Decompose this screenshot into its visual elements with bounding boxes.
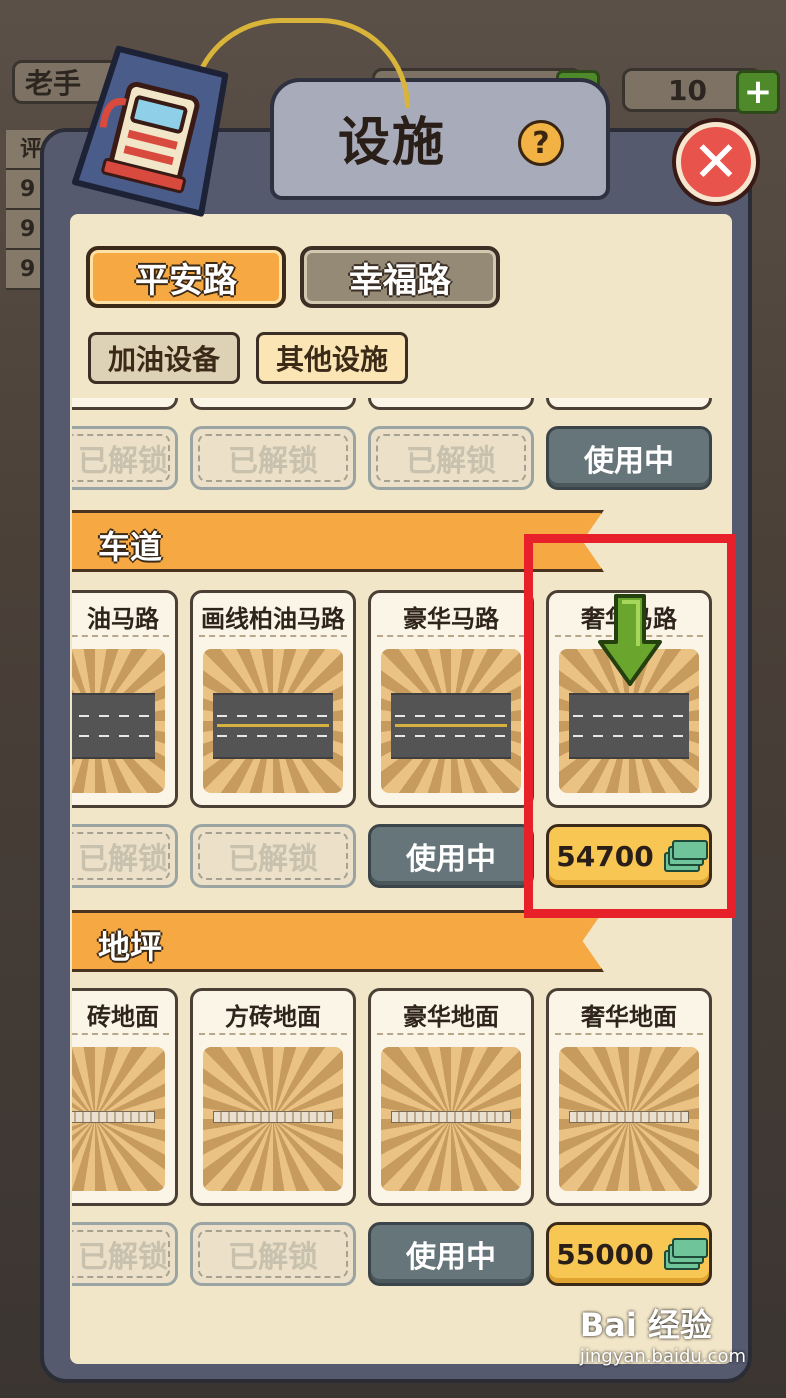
- facility-card[interactable]: 豪华马路: [368, 590, 534, 808]
- player-name: 老手: [25, 67, 82, 100]
- status-unlocked: 已解锁: [190, 426, 356, 490]
- status-label: 已解锁: [228, 1240, 318, 1275]
- floor-preview: [72, 1111, 155, 1123]
- facility-card[interactable]: 画线柏油马路: [190, 590, 356, 808]
- buy-button[interactable]: 55000: [546, 1222, 712, 1286]
- tab-fuel-equipment[interactable]: 加油设备: [88, 332, 240, 384]
- tab-label: 其他设施: [275, 343, 388, 376]
- facility-image: [559, 1047, 699, 1191]
- add-gem-button[interactable]: +: [736, 70, 780, 114]
- floor-preview: [391, 1111, 511, 1123]
- facility-name: 豪华马路: [403, 605, 499, 633]
- watermark-brand: Bai 经验: [579, 1306, 712, 1344]
- status-label: 使用中: [584, 444, 674, 479]
- facility-image: [203, 1047, 343, 1191]
- facility-image: [381, 649, 521, 793]
- panel-title: 设施: [338, 113, 447, 173]
- highlight-box: [524, 534, 736, 918]
- gem-value: 10: [668, 73, 707, 107]
- facility-image: [72, 1047, 165, 1191]
- price-label: 55000: [556, 1237, 654, 1271]
- status-label: 使用中: [406, 1240, 496, 1275]
- status-label: 已解锁: [228, 444, 318, 479]
- status-label: 使用中: [406, 842, 496, 877]
- facility-image: [203, 649, 343, 793]
- status-in-use: 使用中: [368, 824, 534, 888]
- facility-name: 画线柏油马路: [201, 605, 345, 633]
- status-in-use: 使用中: [546, 426, 712, 490]
- card-partial: [368, 398, 534, 410]
- status-label: 已解锁: [78, 842, 168, 877]
- divider: [377, 1033, 525, 1035]
- facility-name: 豪华地面: [403, 1003, 499, 1031]
- facility-name: 奢华地面: [581, 1003, 677, 1031]
- facility-card[interactable]: 奢华地面: [546, 988, 712, 1206]
- facility-name: 方砖地面: [225, 1003, 321, 1031]
- tab-other-facilities[interactable]: 其他设施: [256, 332, 408, 384]
- status-label: 已解锁: [78, 444, 168, 479]
- card-partial: [546, 398, 712, 410]
- divider: [199, 635, 347, 637]
- status-label: 已解锁: [228, 842, 318, 877]
- section-title: 车道: [98, 528, 163, 566]
- facility-card[interactable]: 油马路: [72, 590, 178, 808]
- tab-pingan-road[interactable]: 平安路: [86, 246, 286, 308]
- divider: [199, 1033, 347, 1035]
- divider: [377, 635, 525, 637]
- floor-preview: [213, 1111, 333, 1123]
- tab-label: 平安路: [135, 260, 237, 301]
- divider: [555, 1033, 703, 1035]
- tab-label: 幸福路: [349, 260, 451, 301]
- cash-icon: [662, 1238, 708, 1270]
- status-label: 已解锁: [78, 1240, 168, 1275]
- facility-card[interactable]: 豪华地面: [368, 988, 534, 1206]
- tab-label: 加油设备: [107, 343, 220, 376]
- facility-image: [72, 649, 165, 793]
- facility-card[interactable]: 方砖地面: [190, 988, 356, 1206]
- facility-name: 油马路: [87, 605, 159, 633]
- help-icon: ?: [532, 125, 550, 161]
- watermark-url: jingyan.baidu.com: [579, 1346, 746, 1367]
- status-unlocked: 已解锁: [368, 426, 534, 490]
- status-unlocked: 已解锁: [72, 426, 178, 490]
- status-in-use: 使用中: [368, 1222, 534, 1286]
- close-button[interactable]: ✕: [676, 122, 756, 202]
- down-arrow-icon: [598, 594, 662, 686]
- status-unlocked: 已解锁: [72, 824, 178, 888]
- facility-name: 砖地面: [87, 1003, 159, 1031]
- road-preview: [213, 693, 333, 759]
- road-preview: [72, 693, 155, 759]
- facility-card[interactable]: 砖地面: [72, 988, 178, 1206]
- status-unlocked: 已解锁: [190, 824, 356, 888]
- watermark: Bai 经验 jingyan.baidu.com: [580, 1300, 746, 1367]
- section-title: 地坪: [98, 928, 163, 966]
- divider: [72, 1033, 169, 1035]
- card-partial: [190, 398, 356, 410]
- facility-image: [381, 1047, 521, 1191]
- close-icon: ✕: [692, 129, 740, 195]
- card-partial: [72, 398, 178, 410]
- floor-preview: [569, 1111, 689, 1123]
- tab-xingfu-road[interactable]: 幸福路: [300, 246, 500, 308]
- divider: [72, 635, 169, 637]
- status-unlocked: 已解锁: [72, 1222, 178, 1286]
- road-preview: [391, 693, 511, 759]
- status-unlocked: 已解锁: [190, 1222, 356, 1286]
- status-label: 已解锁: [406, 444, 496, 479]
- help-button[interactable]: ?: [518, 120, 564, 166]
